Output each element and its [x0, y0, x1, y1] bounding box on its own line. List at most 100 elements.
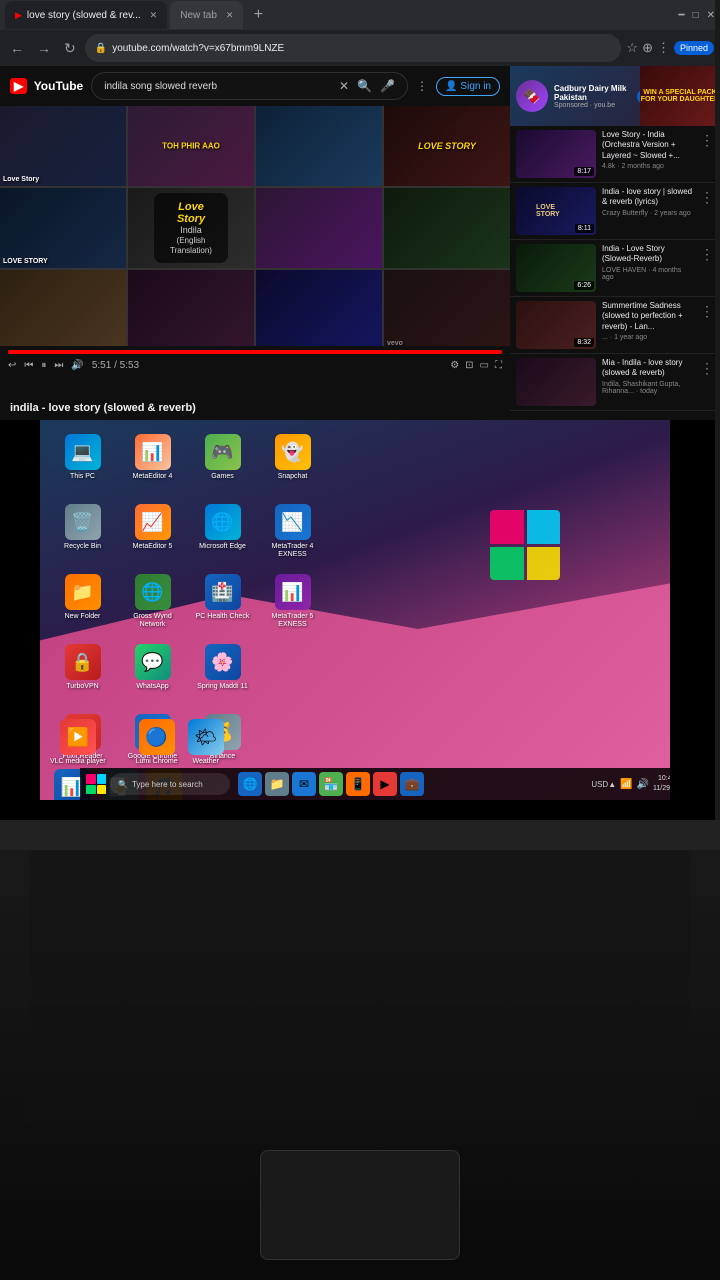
secure-icon: 🔒: [95, 43, 107, 54]
metaeditor4-icon: 📊: [135, 434, 171, 470]
video-player[interactable]: Love Story TOH PHIR AAO LOVE STORY LOVE …: [0, 106, 510, 346]
sidebar-more-4[interactable]: ⋮: [700, 303, 714, 320]
desktop-icon-mt5[interactable]: 📊 MetaTrader 5 EXNESS: [260, 570, 325, 635]
desktop-icon-games[interactable]: 🎮 Games: [190, 430, 255, 495]
menu-btn[interactable]: ⋮: [657, 40, 670, 56]
tab-active[interactable]: ▶ love story (slowed & rev... ✕: [5, 1, 167, 29]
sidebar-more-5[interactable]: ⋮: [700, 360, 714, 377]
desktop-icon-metaeditor4[interactable]: 📊 MetaEditor 4: [120, 430, 185, 495]
new-tab-button[interactable]: +: [246, 3, 270, 27]
desktop-icon-vlc[interactable]: ▶️ VLC media player: [50, 715, 106, 766]
sidebar-meta-5: Indila, Shashikant Gupta, Rihanna... · t…: [602, 381, 694, 395]
tb-media[interactable]: ▶: [373, 772, 397, 796]
pinned-btn[interactable]: Pinned: [674, 41, 714, 55]
tab-inactive[interactable]: New tab ✕: [170, 1, 243, 29]
taskbar-search-icon: 🔍: [118, 780, 128, 789]
taskbar-search[interactable]: 🔍 Type here to search: [110, 773, 230, 795]
theater-icon[interactable]: ▭: [480, 360, 489, 371]
close-btn[interactable]: ✕: [707, 10, 715, 21]
vid-cell-1: Love Story: [0, 106, 126, 186]
url-text: youtube.com/watch?v=x67bmm9LNZE: [112, 43, 284, 54]
tb-apps[interactable]: 📱: [346, 772, 370, 796]
grosswynd-label: Gross Wynd Network: [120, 613, 185, 630]
video-center-title: Love Story: [170, 201, 212, 225]
search-clear-icon[interactable]: ✕: [339, 79, 349, 93]
mt5-icon: 📊: [275, 574, 311, 610]
progress-bar[interactable]: [8, 350, 502, 354]
taskbar: 🔍 Type here to search 🌐 📁 ✉ 🏪 📱 ▶ 💼 USD▲…: [80, 768, 670, 800]
desktop-icon-lumi[interactable]: 🔵 Lumi Chrome: [136, 715, 178, 766]
tb-edge[interactable]: 🌐: [238, 772, 262, 796]
desktop-icon-mt4[interactable]: 📉 MetaTrader 4 EXNESS: [260, 500, 325, 565]
bookmark-btn[interactable]: ⊕: [642, 40, 653, 56]
tab-bar: ▶ love story (slowed & rev... ✕ New tab …: [0, 0, 720, 30]
turbovpn-icon: 🔒: [65, 644, 101, 680]
play-icon[interactable]: ⏸: [41, 360, 46, 371]
search-icon[interactable]: 🔍: [357, 79, 372, 93]
sidebar-video-3[interactable]: 6:26 India - Love Story (Slowed-Reverb) …: [510, 240, 720, 297]
vid-cell-10: [128, 270, 254, 346]
next-icon[interactable]: ⏭: [54, 360, 63, 371]
tb-teams[interactable]: 💼: [400, 772, 424, 796]
clock: 10:48 AM: [653, 774, 670, 784]
volume-icon[interactable]: 🔊: [71, 360, 83, 371]
desktop-icon-edge[interactable]: 🌐 Microsoft Edge: [190, 500, 255, 565]
address-bar[interactable]: 🔒 youtube.com/watch?v=x67bmm9LNZE: [85, 34, 622, 62]
miniplayer-icon[interactable]: ⊡: [465, 360, 473, 371]
sidebar-more-2[interactable]: ⋮: [700, 189, 714, 206]
touchpad[interactable]: [260, 1150, 460, 1260]
youtube-logo[interactable]: ▶ YouTube: [10, 77, 83, 95]
sidebar-video-2[interactable]: LOVE STORY 8:11 India - love story | slo…: [510, 183, 720, 240]
back-button[interactable]: ←: [6, 38, 28, 58]
sidebar-meta-4: ... · 1 year ago: [602, 334, 694, 341]
grosswynd-icon: 🌐: [135, 574, 171, 610]
newfolder-icon: 📁: [65, 574, 101, 610]
ad-logo: 🍫: [516, 80, 548, 112]
weather-icon: 🌤: [188, 719, 224, 755]
settings-icon[interactable]: ⚙: [450, 360, 459, 371]
tb-store[interactable]: 🏪: [319, 772, 343, 796]
fullscreen-icon[interactable]: ⛶: [495, 360, 502, 371]
desktop-icon-healthcheck[interactable]: 🏥 PC Health Check: [190, 570, 255, 635]
minimize-btn[interactable]: ━: [679, 10, 685, 21]
extensions-btn[interactable]: ☆: [626, 40, 638, 56]
video-info: indila - love story (slowed & reverb): [0, 396, 510, 420]
desktop-icon-metaeditor5[interactable]: 📈 MetaEditor 5: [120, 500, 185, 565]
sidebar-more-1[interactable]: ⋮: [700, 132, 714, 149]
desktop-icon-turbovpn[interactable]: 🔒 TurboVPN: [50, 640, 115, 705]
forward-button[interactable]: →: [33, 38, 55, 58]
start-q3: [86, 785, 96, 795]
desktop-icon-spring[interactable]: 🌸 Spring Maddi 11: [190, 640, 255, 705]
sidebar-video-4[interactable]: 8:32 Summertime Sadness (slowed to perfe…: [510, 297, 720, 354]
desktop-icon-snapchat[interactable]: 👻 Snapchat: [260, 430, 325, 495]
replay-icon[interactable]: ↩: [8, 360, 16, 371]
weather-label: Weather: [192, 758, 218, 766]
sidebar-videos: 8:17 Love Story - India (Orchestra Versi…: [510, 126, 720, 411]
refresh-button[interactable]: ↻: [60, 38, 80, 59]
edge-label: Microsoft Edge: [199, 543, 246, 551]
tab2-close[interactable]: ✕: [226, 10, 234, 21]
notifications-icon[interactable]: ⋮: [416, 79, 428, 93]
youtube-search-bar[interactable]: indila song slowed reverb ✕ 🔍 🎤: [91, 72, 408, 100]
sidebar-video-5[interactable]: Mia - Indila - love story (slowed & reve…: [510, 354, 720, 411]
desktop-icon-grosswynd[interactable]: 🌐 Gross Wynd Network: [120, 570, 185, 635]
sidebar-video-1[interactable]: 8:17 Love Story - India (Orchestra Versi…: [510, 126, 720, 183]
desktop-icon-thispc[interactable]: 💻 This PC: [50, 430, 115, 495]
ad-brand: Cadbury Dairy Milk Pakistan: [554, 84, 631, 102]
desktop-icon-whatsapp[interactable]: 💬 WhatsApp: [120, 640, 185, 705]
start-button[interactable]: [86, 774, 106, 794]
lumi-icon: 🔵: [139, 719, 175, 755]
tb-explorer[interactable]: 📁: [265, 772, 289, 796]
sign-in-button[interactable]: 👤 Sign in: [436, 77, 500, 96]
maximize-btn[interactable]: □: [693, 10, 699, 21]
mic-icon[interactable]: 🎤: [380, 79, 395, 93]
desktop-icon-recycle[interactable]: 🗑️ Recycle Bin: [50, 500, 115, 565]
sidebar-thumb-5: [516, 358, 596, 406]
tab1-close[interactable]: ✕: [150, 10, 158, 21]
ad-banner-image: WIN A SPECIAL PACK FOR YOUR DAUGHTER: [640, 66, 720, 126]
prev-icon[interactable]: ⏮: [24, 360, 33, 371]
tb-mail[interactable]: ✉: [292, 772, 316, 796]
desktop-icon-newfolder[interactable]: 📁 New Folder: [50, 570, 115, 635]
sidebar-more-3[interactable]: ⋮: [700, 246, 714, 263]
desktop-icon-weather[interactable]: 🌤 Weather: [188, 715, 224, 766]
